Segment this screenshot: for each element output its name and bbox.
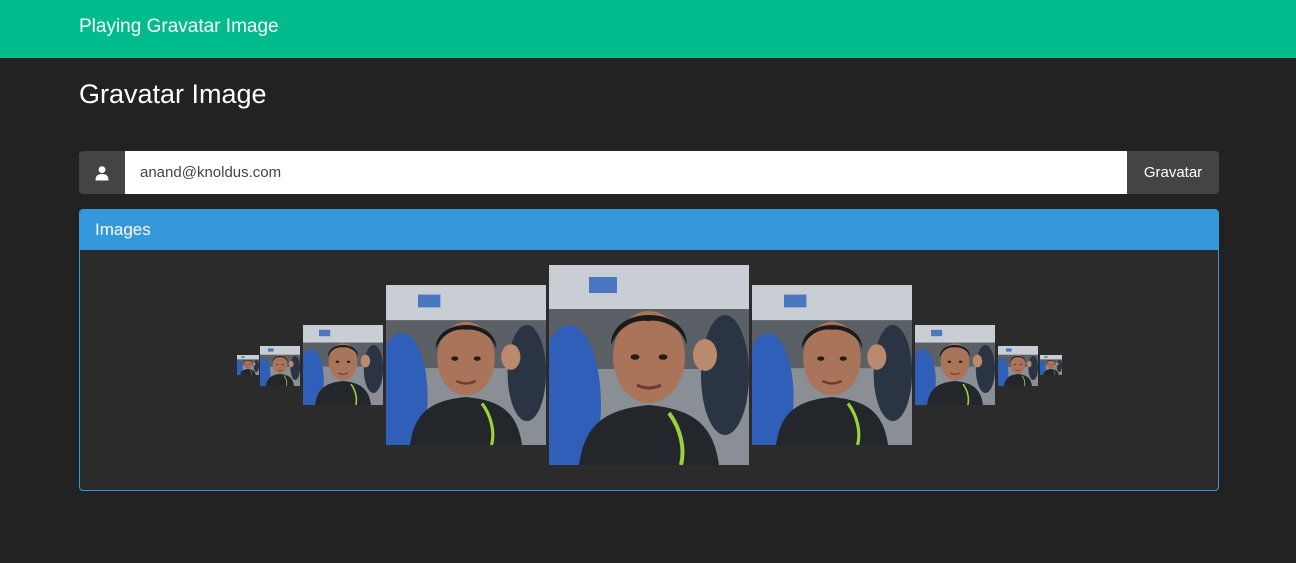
- avatar-image-5[interactable]: [549, 265, 749, 465]
- avatar-image-3[interactable]: [303, 325, 383, 405]
- page-title: Gravatar Image: [79, 79, 267, 109]
- image-gallery: [80, 250, 1218, 490]
- user-icon: [95, 165, 109, 180]
- avatar-image-7[interactable]: [915, 325, 995, 405]
- navbar-brand[interactable]: Playing Gravatar Image: [79, 15, 279, 39]
- user-icon-addon: [79, 151, 125, 194]
- navbar: Playing Gravatar Image: [0, 0, 1296, 58]
- email-input-group: Gravatar: [79, 151, 1219, 194]
- panel-heading: Images: [80, 210, 1218, 250]
- email-input[interactable]: [125, 151, 1127, 194]
- avatar-image-6[interactable]: [752, 285, 912, 445]
- avatar-image-9[interactable]: [1040, 355, 1062, 375]
- gravatar-button[interactable]: Gravatar: [1127, 151, 1219, 194]
- avatar-image-4[interactable]: [386, 285, 546, 445]
- avatar-image-2[interactable]: [260, 346, 300, 386]
- avatar-image-1[interactable]: [237, 355, 259, 375]
- images-panel: Images: [79, 209, 1219, 491]
- avatar-image-8[interactable]: [998, 346, 1038, 386]
